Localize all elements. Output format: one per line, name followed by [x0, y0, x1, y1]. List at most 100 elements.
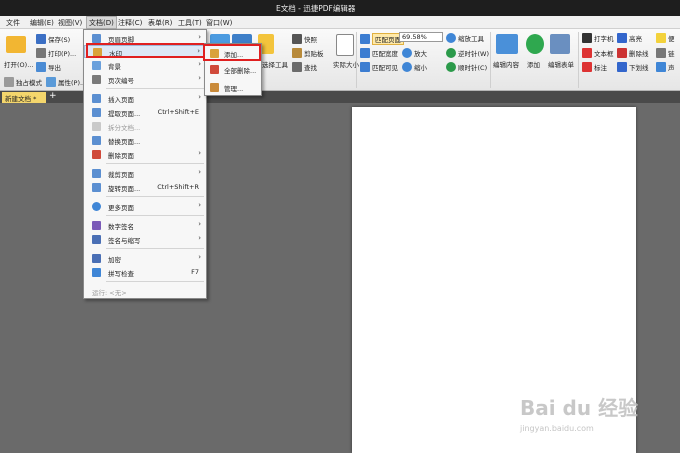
- menu-item-delete-pages[interactable]: 删除页面 ›: [84, 148, 206, 161]
- submenu-arrow-icon: ›: [198, 33, 201, 41]
- document-menu: 页眉页脚 › 水印 › 背景 › 页次编号 › 插入页面 › 提取页面... Ctrl+Sh…: [83, 29, 207, 299]
- menu-item-bates-numbering[interactable]: 页次编号 ›: [84, 73, 206, 86]
- menu-item-sign-initials[interactable]: 签名与缩写 ›: [84, 233, 206, 246]
- zoom-in-icon: [402, 48, 412, 58]
- menu-item-background[interactable]: 背景 ›: [84, 59, 206, 72]
- save-button[interactable]: 保存(S): [36, 34, 70, 44]
- menu-comment[interactable]: 注释(C): [118, 18, 142, 28]
- highlight-icon: [617, 33, 627, 43]
- strikeout-button[interactable]: 删除线: [617, 48, 649, 58]
- fit-width-icon: [360, 48, 370, 58]
- toolbar-separator: [356, 32, 357, 88]
- fit-page-button[interactable]: 匹配页面: [360, 33, 404, 45]
- rotate-ccw-button[interactable]: 逆时针(W): [446, 48, 489, 58]
- watermark-highlight-box: [86, 43, 207, 58]
- rotate-left-icon: [446, 48, 456, 58]
- extract-pages-icon: [92, 108, 101, 117]
- menu-item-insert-pages[interactable]: 插入页面 ›: [84, 92, 206, 105]
- underline-button[interactable]: 下划线: [617, 62, 649, 72]
- properties-button[interactable]: 属性(P)...: [46, 77, 86, 87]
- submenu-arrow-icon: ›: [198, 74, 201, 82]
- edit-content-button[interactable]: 编辑内容: [493, 59, 519, 69]
- menu-tools[interactable]: 工具(T): [178, 18, 202, 28]
- menu-item-rotate-pages[interactable]: 旋转页面... Ctrl+Shift+R: [84, 181, 206, 194]
- highlight-button[interactable]: 高亮: [617, 33, 642, 43]
- menu-item-more-pages[interactable]: 更多页面 ›: [84, 200, 206, 213]
- delete-pages-icon: [92, 150, 101, 159]
- actual-size-icon: [336, 34, 354, 56]
- menu-item-split-document[interactable]: 拆分文档...: [84, 120, 206, 133]
- submenu-arrow-icon: ›: [198, 220, 201, 228]
- typewriter-button[interactable]: 打字机: [582, 33, 614, 43]
- submenu-arrow-icon: ›: [198, 201, 201, 209]
- zoom-tool-button[interactable]: 缩放工具: [446, 33, 484, 43]
- menu-window[interactable]: 窗口(W): [206, 18, 232, 28]
- new-tab-button[interactable]: +: [49, 91, 57, 101]
- menu-bar: 文件 编辑(E) 视图(V) 文档(D) 注释(C) 表单(R) 工具(T) 窗…: [0, 16, 680, 29]
- binoculars-icon: [292, 62, 302, 72]
- submenu-arrow-icon: ›: [198, 168, 201, 176]
- submenu-arrow-icon: ›: [198, 93, 201, 101]
- sound-button[interactable]: 声: [656, 62, 675, 72]
- menu-item-replace-pages[interactable]: 替换页面...: [84, 134, 206, 147]
- menu-separator: [106, 215, 204, 216]
- single-mode-button[interactable]: 独占模式: [4, 77, 42, 87]
- menu-item-spell-check[interactable]: 拼写检查 F7: [84, 266, 206, 279]
- select-tool-button[interactable]: 选择工具: [262, 59, 288, 69]
- rotate-cw-button[interactable]: 顺时针(C): [446, 62, 487, 72]
- print-icon: [36, 48, 46, 58]
- camera-icon: [292, 34, 302, 44]
- menu-edit[interactable]: 编辑(E): [30, 18, 54, 28]
- site-watermark-logo: Bai du 经验: [520, 396, 639, 420]
- menu-separator: [106, 248, 204, 249]
- textbox-button[interactable]: 文本框: [582, 48, 614, 58]
- export-button[interactable]: 导出: [36, 62, 61, 72]
- zoom-out-button[interactable]: 缩小: [402, 62, 427, 72]
- signature-pen-icon: [92, 235, 101, 244]
- lock-icon: [92, 254, 101, 263]
- open-button[interactable]: 打开(O)...: [4, 59, 33, 69]
- menu-item-encrypt[interactable]: 加密 ›: [84, 252, 206, 265]
- edit-form-button[interactable]: 编辑表单: [548, 59, 574, 69]
- fit-visible-button[interactable]: 匹配可见: [360, 62, 398, 72]
- zoom-in-button[interactable]: 放大: [402, 48, 427, 58]
- zoom-out-icon: [402, 62, 412, 72]
- zoom-input[interactable]: 69.58%: [399, 32, 443, 42]
- menu-separator: [106, 281, 204, 282]
- submenu-item-remove-all[interactable]: 全部删除...: [205, 63, 261, 76]
- note-button[interactable]: 便: [656, 33, 675, 43]
- replace-pages-icon: [92, 136, 101, 145]
- print-button[interactable]: 打印(P)...: [36, 48, 76, 58]
- fit-width-button[interactable]: 匹配宽度: [360, 48, 398, 58]
- underline-icon: [617, 62, 627, 72]
- find-button[interactable]: 查找: [292, 62, 317, 72]
- export-icon: [36, 62, 46, 72]
- folder-icon: [6, 36, 26, 53]
- menu-item-digital-signature[interactable]: 数字签名 ›: [84, 219, 206, 232]
- menu-file[interactable]: 文件: [6, 18, 20, 28]
- menu-separator: [106, 196, 204, 197]
- tab-new-document[interactable]: 新建文档 *: [2, 92, 46, 103]
- title-bar: E文档 - 迅捷PDF编辑器: [0, 0, 680, 16]
- submenu-arrow-icon: ›: [198, 149, 201, 157]
- menu-view[interactable]: 视图(V): [58, 18, 82, 28]
- more-pages-icon: [92, 202, 101, 211]
- callout-button[interactable]: 标注: [582, 62, 607, 72]
- menu-item-crop-pages[interactable]: 裁剪页面 ›: [84, 167, 206, 180]
- window-title: E文档 - 迅捷PDF编辑器: [276, 4, 356, 13]
- rotate-pages-icon: [92, 183, 101, 192]
- fit-visible-icon: [360, 62, 370, 72]
- toolbar-separator: [490, 32, 491, 88]
- submenu-item-manage[interactable]: 管理...: [205, 81, 261, 94]
- callout-icon: [582, 62, 592, 72]
- menu-form[interactable]: 表单(R): [148, 18, 172, 28]
- snapshot-button[interactable]: 快照: [292, 34, 317, 44]
- menu-item-extract-pages[interactable]: 提取页面... Ctrl+Shift+E: [84, 106, 206, 119]
- menu-document[interactable]: 文档(D): [86, 16, 117, 29]
- add-button[interactable]: 添加: [527, 59, 540, 69]
- menu-item-run[interactable]: 运行: <无>: [84, 285, 206, 298]
- manage-icon: [210, 83, 219, 92]
- toolbar-separator: [578, 32, 579, 88]
- link-button[interactable]: 链: [656, 48, 675, 58]
- clipboard-button[interactable]: 剪贴板: [292, 48, 324, 58]
